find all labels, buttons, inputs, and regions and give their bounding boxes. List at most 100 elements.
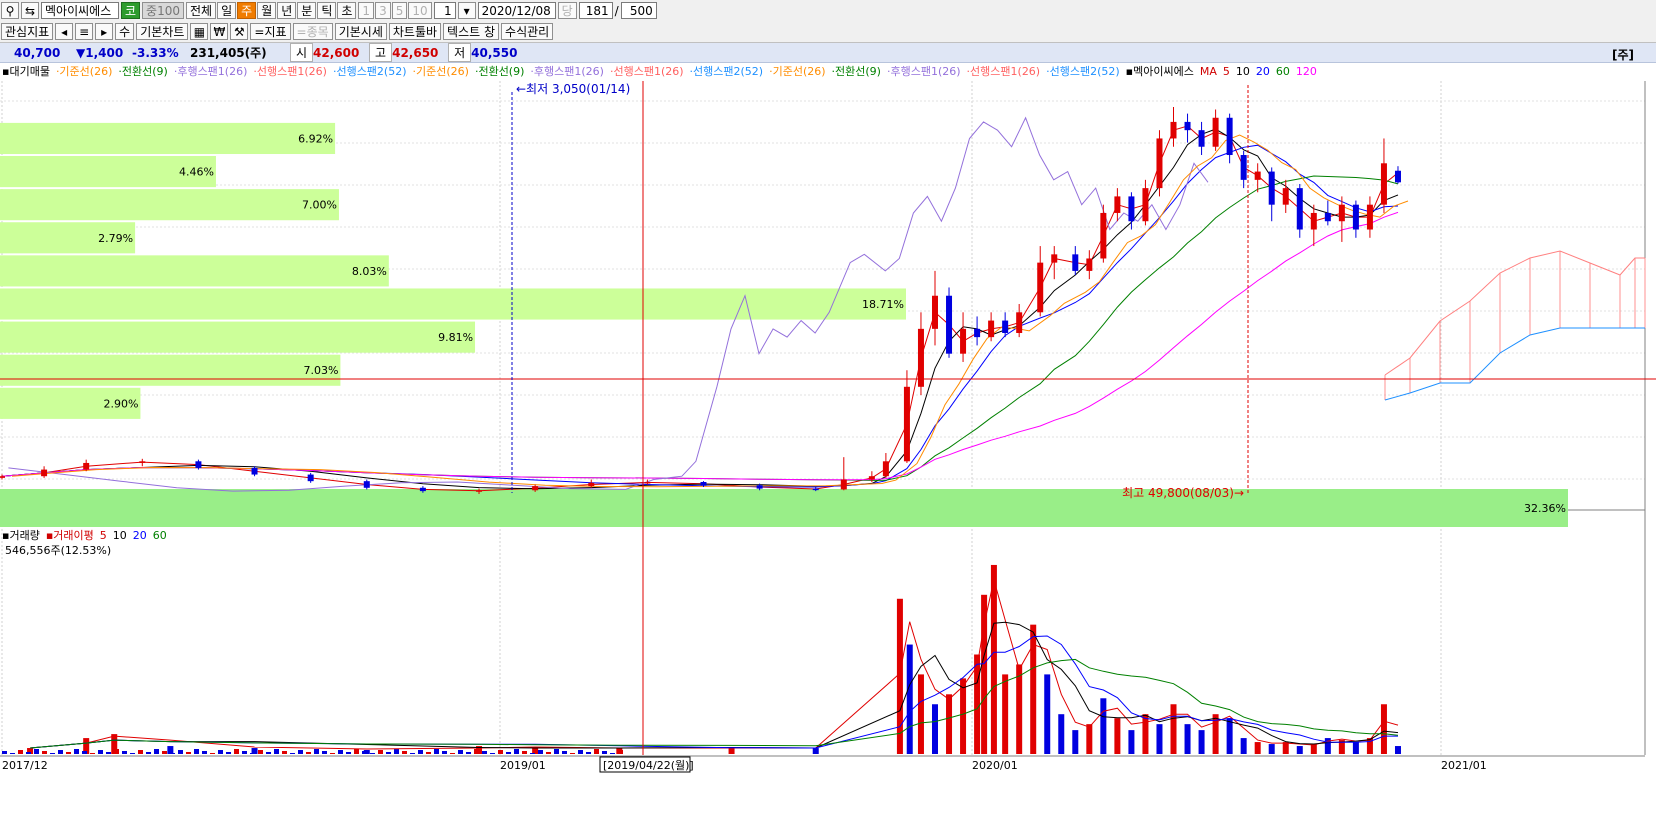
- candle-body: [1016, 312, 1023, 333]
- interval-button-1[interactable]: 1: [358, 2, 375, 19]
- market-badge: 코: [121, 2, 141, 19]
- volume-bar-small: [538, 750, 543, 754]
- volume-bar: [1352, 742, 1359, 754]
- volume-bar: [1268, 744, 1275, 754]
- interval-input[interactable]: 1: [433, 2, 456, 19]
- period-tab-2[interactable]: 주: [237, 2, 257, 19]
- interest-indicator-button[interactable]: 관심지표: [1, 23, 54, 40]
- legend-item: ·후행스팬1(26): [530, 65, 604, 78]
- leading-span-2: [1384, 327, 1645, 401]
- volume-bar: [1156, 724, 1163, 754]
- trade-volume: 231,405(주): [190, 46, 267, 60]
- x-axis: 2017/12 2019/01 2020/01 2021/01 [2019/04/22(…: [0, 755, 1656, 813]
- arrow-right-icon[interactable]: ▸: [95, 23, 114, 40]
- volume-ma-10-line: [30, 621, 1399, 749]
- interval-buttons: 1 3 5 10: [358, 2, 432, 19]
- stock-item-button[interactable]: =종목: [292, 23, 333, 40]
- volume-bar-small: [578, 750, 583, 754]
- legend-item: ·기준선(26): [413, 65, 469, 78]
- candle-body: [41, 469, 48, 477]
- basic-quote-button[interactable]: 기본시세: [334, 23, 387, 40]
- candle-body: [1268, 171, 1275, 205]
- volume-bar-small: [322, 751, 327, 754]
- stock-name-field[interactable]: 멕아이씨에스: [41, 2, 119, 19]
- arrow-left-icon[interactable]: ◂: [55, 23, 74, 40]
- indicator-button[interactable]: =지표: [250, 23, 291, 40]
- volume-bar: [1282, 742, 1289, 754]
- candle-body: [917, 328, 924, 387]
- volume-bar: [1170, 704, 1177, 754]
- period-tab-1[interactable]: 일: [217, 2, 237, 19]
- volume-bar-small: [130, 753, 135, 754]
- slash-divider: /: [614, 3, 619, 18]
- candle-body: [1366, 204, 1373, 230]
- legend-item: ·기준선(26): [56, 65, 112, 78]
- period-tab-0[interactable]: 전체: [186, 2, 217, 19]
- period-tab-4[interactable]: 년: [277, 2, 297, 19]
- search-icon[interactable]: ⚲: [1, 2, 19, 19]
- dropdown-arrow-icon[interactable]: ▾: [457, 2, 476, 19]
- period-unit-label[interactable]: [주]: [1612, 46, 1634, 63]
- volume-bar-small: [602, 751, 607, 754]
- volume-bar-small: [226, 752, 231, 754]
- volume-bar-small: [354, 749, 359, 754]
- volume-bar: [946, 694, 953, 754]
- wrench-icon[interactable]: ⚒: [230, 23, 249, 40]
- formula-manage-button[interactable]: 수식관리: [501, 23, 554, 40]
- volume-bar-small: [562, 751, 567, 754]
- period-tab-6[interactable]: 틱: [317, 2, 337, 19]
- interval-button-5[interactable]: 5: [391, 2, 408, 19]
- won-icon[interactable]: ₩: [210, 23, 229, 40]
- volume-bar-small: [514, 749, 519, 754]
- candle-body: [931, 295, 938, 329]
- dang-button[interactable]: 당: [557, 2, 577, 19]
- profile-label: 2.79%: [98, 232, 133, 245]
- volume-bar-small: [442, 751, 447, 754]
- period-tab-5[interactable]: 분: [297, 2, 317, 19]
- profile-bar: [0, 122, 336, 155]
- su-button[interactable]: 수: [115, 23, 135, 40]
- volume-bar: [981, 594, 988, 754]
- legend-item: ·기준선(26): [769, 65, 825, 78]
- axis-background: [0, 756, 1656, 813]
- refresh-icon[interactable]: ⇆: [21, 2, 39, 19]
- basic-chart-button[interactable]: 기본차트: [136, 23, 189, 40]
- x-tick-label: 2019/01: [500, 759, 546, 772]
- chart-toolbar-button[interactable]: 차트툴바: [388, 23, 442, 40]
- interval-button-10[interactable]: 10: [408, 2, 432, 19]
- interval-button-3[interactable]: 3: [375, 2, 391, 19]
- count-input[interactable]: 181: [578, 2, 613, 19]
- volume-bar: [1016, 664, 1023, 754]
- period-tab-3[interactable]: 월: [257, 2, 277, 19]
- volume-bar-small: [594, 749, 599, 754]
- volume-bar: [896, 598, 903, 754]
- volume-bar-small: [426, 752, 431, 754]
- period-tab-7[interactable]: 초: [337, 2, 357, 19]
- menu-icon[interactable]: ≡: [75, 23, 94, 40]
- high-label: 고: [369, 43, 393, 62]
- text-window-button[interactable]: 텍스트 창: [443, 23, 500, 40]
- candle-body: [1380, 163, 1387, 205]
- candle-body: [700, 481, 707, 486]
- legend-item: ·전환선(9): [118, 65, 167, 78]
- volume-bar-small: [450, 753, 455, 754]
- volume-bar-small: [618, 750, 623, 754]
- candle-body: [1128, 196, 1135, 222]
- candle-body: [588, 482, 595, 487]
- volume-bar: [1226, 718, 1233, 754]
- candle-body: [1002, 320, 1009, 333]
- price-chart[interactable]: 6.92% 4.46% 7.00% 2.79% 8.03% 18.71% 9.81% 7.03…: [0, 63, 1656, 813]
- volume-bar-small: [274, 749, 279, 754]
- candle-body: [974, 328, 981, 338]
- count-max-input[interactable]: 500: [620, 2, 657, 19]
- profile-label: 18.71%: [862, 298, 904, 311]
- candle-body: [1254, 171, 1261, 180]
- open-price: 42,600: [313, 45, 360, 60]
- legend-item: ·선행스팬1(26): [967, 65, 1041, 78]
- chart-type-icon[interactable]: ▦: [190, 23, 209, 40]
- date-input[interactable]: 2020/12/08: [477, 2, 556, 19]
- profile-bar: [0, 354, 341, 386]
- volume-bar-small: [554, 749, 559, 754]
- legend-item: ▪대기매물: [2, 65, 50, 78]
- volume-bar: [1086, 724, 1093, 754]
